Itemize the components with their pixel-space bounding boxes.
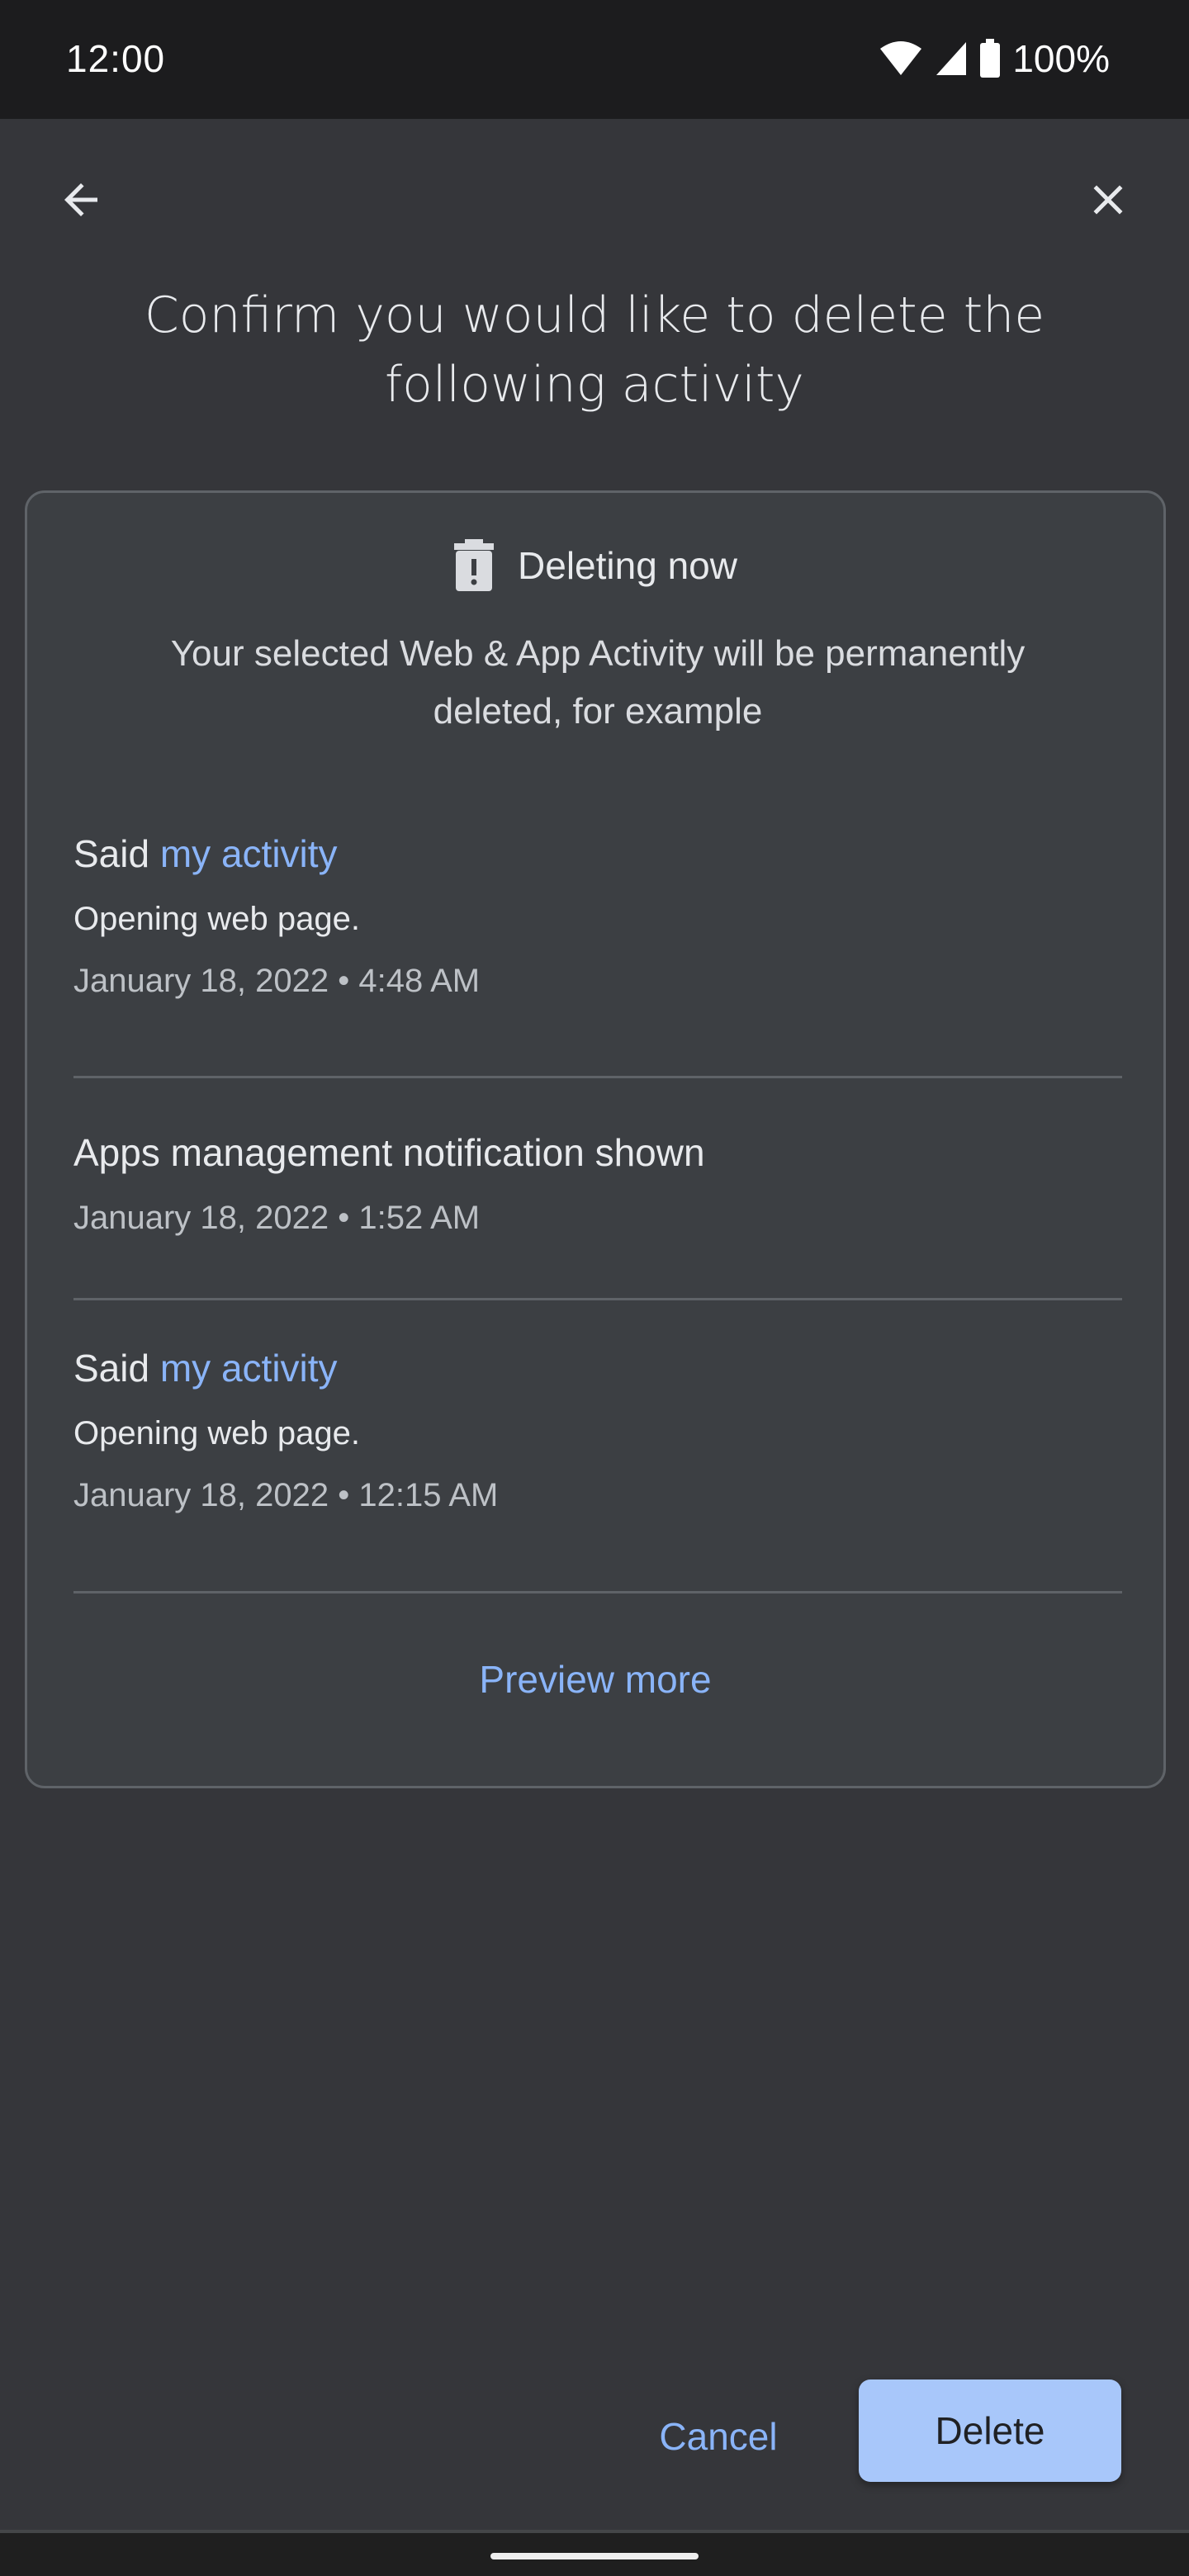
cancel-button[interactable]: Cancel (628, 2391, 809, 2482)
battery-percent: 100% (1012, 37, 1110, 80)
status-bar: 12:00 100% (0, 0, 1189, 119)
home-gesture-handle[interactable] (490, 2553, 699, 2559)
trash-alert-icon (454, 539, 495, 591)
arrow-back-icon (64, 183, 97, 216)
activity-item: Said my activity Opening web page. Janua… (73, 831, 1122, 1000)
delete-button[interactable]: Delete (859, 2379, 1121, 2482)
activity-subtitle: Opening web page. (73, 1415, 360, 1451)
toolbar (0, 119, 1189, 284)
close-button[interactable] (1068, 160, 1148, 239)
wifi-icon (880, 41, 922, 75)
battery-icon (980, 39, 1001, 78)
activity-date: January 18, 2022 • 1:52 AM (73, 1200, 481, 1236)
close-icon (1093, 185, 1123, 215)
activity-item: Apps management notification shown Janua… (73, 1130, 1122, 1237)
signal-icon (936, 42, 967, 75)
activity-date: January 18, 2022 • 4:48 AM (73, 963, 481, 999)
divider (73, 1076, 1122, 1078)
back-button[interactable] (41, 160, 121, 239)
page-title: Confirm you would like to delete the fol… (144, 286, 1045, 414)
deletion-preview-card: Deleting now Your selected Web & App Act… (25, 490, 1166, 1788)
activity-item: Said my activity Opening web page. Janua… (73, 1346, 1122, 1514)
card-header: Deleting now (27, 539, 1163, 592)
activity-subtitle: Opening web page. (73, 901, 360, 937)
status-time: 12:00 (66, 37, 166, 80)
status-icons: 100% (879, 36, 1110, 81)
activity-title: Said my activity (73, 832, 338, 875)
activity-title: Apps management notification shown (73, 1131, 705, 1174)
activity-link[interactable]: my activity (160, 1347, 338, 1390)
divider (73, 1298, 1122, 1300)
activity-date: January 18, 2022 • 12:15 AM (73, 1477, 499, 1513)
card-heading: Deleting now (518, 544, 737, 587)
activity-title: Said my activity (73, 1347, 338, 1390)
preview-more-button[interactable]: Preview more (27, 1657, 1163, 1702)
divider (73, 1591, 1122, 1593)
activity-link[interactable]: my activity (160, 832, 338, 875)
navigation-bar (0, 2530, 1189, 2576)
card-description: Your selected Web & App Activity will be… (170, 633, 1026, 732)
